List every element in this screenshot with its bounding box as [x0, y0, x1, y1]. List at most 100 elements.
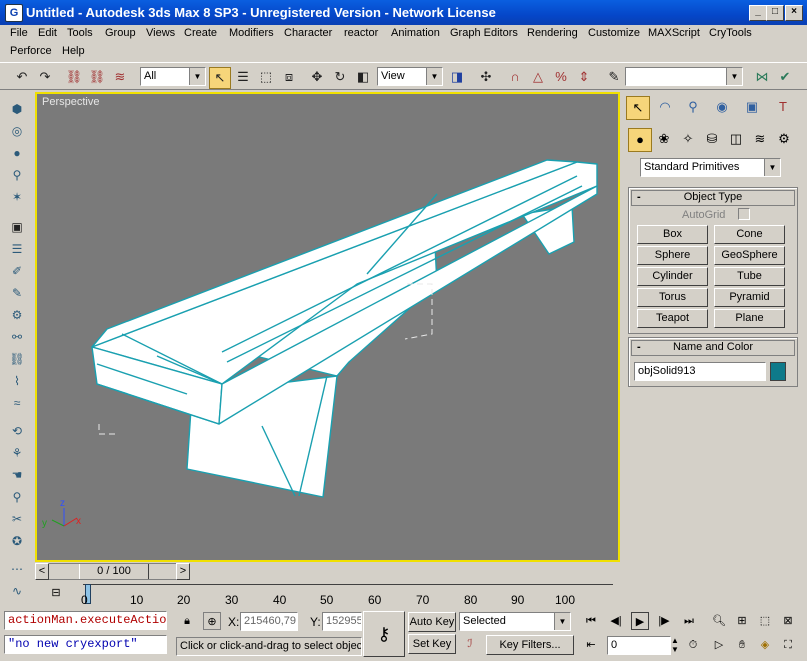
tool-dots-icon[interactable]: ⋯ [8, 560, 26, 578]
select-and-rotate-icon[interactable]: ↻ [330, 67, 350, 87]
tool-sphere-icon[interactable]: ● [8, 144, 26, 162]
menu-customize[interactable]: Customize [588, 27, 640, 39]
maximize-button[interactable]: □ [766, 5, 784, 21]
perspective-viewport[interactable]: Perspective z x y [35, 92, 620, 562]
arc-rotate-icon[interactable]: ◈ [756, 636, 774, 654]
window-crossing-icon[interactable]: ⧈ [279, 67, 299, 87]
tool-bone-icon[interactable]: ⚯ [8, 328, 26, 346]
cone-button[interactable]: Cone [714, 225, 785, 244]
pan-hand-icon[interactable]: ✋︎ [733, 636, 751, 654]
spinner-snap-icon[interactable]: ⇕ [574, 67, 594, 87]
3d-object-mesh[interactable] [37, 94, 618, 560]
zoom-icon[interactable]: 🔍︎ [710, 612, 728, 630]
select-and-link-icon[interactable]: ⛓ [64, 67, 84, 87]
select-and-move-icon[interactable]: ✥ [307, 67, 327, 87]
tool-chain-icon[interactable]: ⛓ [8, 350, 26, 368]
display-tab-icon[interactable]: ▣ [741, 96, 763, 118]
tool-create-icon[interactable]: ⬢ [8, 100, 26, 118]
key-filters-button[interactable]: Key Filters... [486, 635, 574, 655]
rectangular-selection-icon[interactable]: ⬚ [256, 67, 276, 87]
torus-button[interactable]: Torus [637, 288, 708, 307]
helpers-icon[interactable]: ◫ [725, 128, 747, 150]
tool-pin-icon[interactable]: ⚲ [8, 488, 26, 506]
tool-figure-icon[interactable]: ⚘ [8, 444, 26, 462]
maxscript-listener-line-2[interactable]: "no new cryexport" [4, 635, 167, 654]
time-configuration-icon[interactable]: ⏱ [684, 636, 702, 654]
create-tab-icon[interactable]: ↖ [626, 96, 650, 120]
shapes-icon[interactable]: ❀ [653, 128, 675, 150]
object-color-swatch[interactable] [770, 362, 786, 381]
space-warps-icon[interactable]: ≋ [749, 128, 771, 150]
modify-tab-icon[interactable]: ◠ [654, 96, 676, 118]
percent-snap-icon[interactable]: % [551, 67, 571, 87]
menu-rendering[interactable]: Rendering [527, 27, 578, 39]
tube-button[interactable]: Tube [714, 267, 785, 286]
menu-tools[interactable]: Tools [67, 27, 93, 39]
box-button[interactable]: Box [637, 225, 708, 244]
cylinder-button[interactable]: Cylinder [637, 267, 708, 286]
key-mode-toggle-icon[interactable]: ⇤ [582, 636, 600, 654]
tool-spin-icon[interactable]: ✪ [8, 532, 26, 550]
named-selection-dropdown[interactable]: ▼ [625, 67, 743, 86]
plane-button[interactable]: Plane [714, 309, 785, 328]
tool-wave-icon[interactable]: ≈ [8, 394, 26, 412]
tool-window-icon[interactable]: ▣ [8, 218, 26, 236]
field-of-view-icon[interactable]: ▷ [710, 636, 728, 654]
redo-icon[interactable]: ↷ [35, 67, 55, 87]
absolute-transform-icon[interactable]: ⊕ [203, 612, 221, 630]
go-to-start-icon[interactable]: ⏮ [582, 612, 600, 630]
select-manipulate-icon[interactable]: ✣ [476, 67, 496, 87]
align-icon[interactable]: ✔ [775, 67, 795, 87]
edit-named-selection-icon[interactable]: ✎ [604, 67, 624, 87]
tool-path-icon[interactable]: ⌇ [8, 372, 26, 390]
tool-star-icon[interactable]: ✶ [8, 188, 26, 206]
menu-help[interactable]: Help [62, 45, 85, 57]
y-coordinate-field[interactable]: 152955 [322, 612, 362, 631]
menu-graph-editors[interactable]: Graph Editors [450, 27, 518, 39]
zoom-extents-icon[interactable]: ⬚ [756, 612, 774, 630]
geometry-icon[interactable]: ● [628, 128, 652, 152]
play-icon[interactable]: ▶ [631, 612, 649, 630]
lights-icon[interactable]: ✧ [677, 128, 699, 150]
autogrid-checkbox[interactable] [738, 208, 750, 220]
pivot-center-icon[interactable]: ◨ [447, 67, 467, 87]
minimize-button[interactable]: _ [749, 5, 767, 21]
zoom-all-icon[interactable]: ⊞ [733, 612, 751, 630]
name-and-color-header[interactable]: - Name and Color [631, 340, 795, 356]
geosphere-button[interactable]: GeoSphere [714, 246, 785, 265]
mini-curve-editor-icon[interactable]: ⊟ [47, 584, 65, 602]
track-bar[interactable]: ⊟ 0 10 20 30 40 50 60 70 80 90 100 [35, 582, 620, 608]
frame-spinner-icon[interactable]: ▲ ▼ [671, 636, 679, 654]
time-slider-track[interactable] [49, 563, 177, 580]
go-to-end-icon[interactable]: ⏭ [680, 612, 698, 630]
teapot-button[interactable]: Teapot [637, 309, 708, 328]
lock-icon[interactable]: 🔒︎ [178, 612, 196, 630]
select-object-icon[interactable]: ↖ [209, 67, 231, 89]
next-frame-icon[interactable]: |▶ [655, 612, 673, 630]
time-slider-next-button[interactable]: > [176, 563, 190, 580]
tool-clip-icon[interactable]: ✂ [8, 510, 26, 528]
menu-group[interactable]: Group [105, 27, 136, 39]
maximize-viewport-icon[interactable]: ⛶ [779, 636, 797, 654]
bind-to-space-warp-icon[interactable]: ≋ [110, 67, 130, 87]
cameras-icon[interactable]: ⛁ [701, 128, 723, 150]
reference-coordinate-dropdown[interactable]: View ▼ [377, 67, 443, 86]
menu-create[interactable]: Create [184, 27, 217, 39]
zoom-extents-all-icon[interactable]: ⊠ [779, 612, 797, 630]
menu-edit[interactable]: Edit [38, 27, 57, 39]
menu-perforce[interactable]: Perforce [10, 45, 52, 57]
undo-icon[interactable]: ↶ [12, 67, 32, 87]
tool-brush-icon[interactable]: ✐ [8, 262, 26, 280]
menu-reactor[interactable]: reactor [344, 27, 378, 39]
object-name-field[interactable]: objSolid913 [634, 362, 766, 381]
menu-views[interactable]: Views [146, 27, 175, 39]
tool-coil-icon[interactable]: ∿ [8, 582, 26, 600]
systems-icon[interactable]: ⚙ [773, 128, 795, 150]
key-selection-set-dropdown[interactable]: Selected ▼ [459, 612, 571, 631]
menu-animation[interactable]: Animation [391, 27, 440, 39]
menu-file[interactable]: File [10, 27, 28, 39]
tool-rotate-icon[interactable]: ⟲ [8, 422, 26, 440]
menu-crytools[interactable]: CryTools [709, 27, 752, 39]
motion-tab-icon[interactable]: ◉ [711, 96, 733, 118]
tool-lamp-icon[interactable]: ⚲ [8, 166, 26, 184]
